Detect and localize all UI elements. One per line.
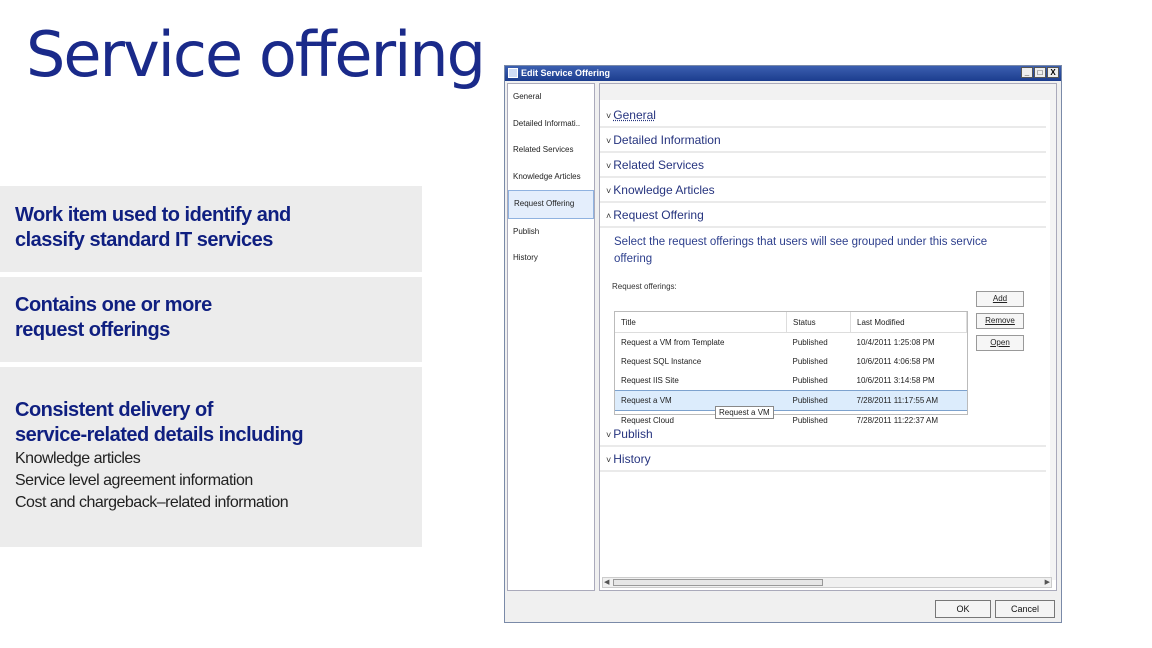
cell-last-modified: 10/4/2011 1:25:08 PM — [856, 338, 935, 347]
minimize-button[interactable]: _ — [1021, 67, 1033, 78]
panel-bullet: Cost and chargeback–related information — [15, 494, 289, 511]
cell-last-modified: 10/6/2011 3:14:58 PM — [856, 376, 935, 385]
cell-title: Request SQL Instance — [621, 357, 702, 366]
dialog-title: Edit Service Offering — [521, 68, 611, 78]
section-general[interactable]: ˅ General — [600, 106, 1046, 128]
dialog-titlebar[interactable]: Edit Service Offering _ □ X — [505, 66, 1061, 81]
cell-status: Published — [786, 390, 851, 411]
content-pane: ˅ General ˅ Detailed Information ˅ Related … — [599, 83, 1057, 591]
section-related-services[interactable]: ˅ Related Services — [600, 156, 1046, 178]
row-tooltip: Request a VM — [715, 406, 774, 419]
section-history[interactable]: ˅ History — [600, 450, 1046, 472]
table-row[interactable]: Request SQL Instance Published 10/6/2011… — [615, 352, 967, 371]
chevron-down-icon: ˅ — [606, 161, 612, 171]
request-offering-description: Select the request offerings that users … — [614, 236, 988, 265]
table-row[interactable]: Request IIS Site Published 10/6/2011 3:1… — [615, 371, 967, 391]
cancel-button[interactable]: Cancel — [995, 600, 1055, 618]
left-nav: General Detailed Informati.. Related Ser… — [507, 83, 595, 591]
vertical-scrollbar[interactable] — [1050, 100, 1056, 580]
scroll-right-icon[interactable]: ▶ — [1045, 578, 1050, 586]
open-button[interactable]: Open — [976, 335, 1024, 351]
feature-panel-3: Consistent delivery of service-related d… — [0, 367, 422, 547]
column-header-last-modified[interactable]: Last Modified — [850, 312, 967, 333]
panel-heading-line2: request offerings — [15, 319, 170, 341]
nav-item-publish[interactable]: Publish — [508, 219, 594, 246]
edit-service-offering-dialog: Edit Service Offering _ □ X General Deta… — [504, 65, 1062, 623]
section-label: Related Services — [613, 158, 704, 172]
section-label: General — [613, 108, 656, 122]
section-detailed-information[interactable]: ˅ Detailed Information — [600, 131, 1046, 153]
maximize-button[interactable]: □ — [1034, 67, 1046, 78]
nav-item-related-services[interactable]: Related Services — [508, 137, 594, 164]
column-header-status[interactable]: Status — [786, 312, 851, 333]
content-top-band — [600, 84, 1056, 100]
panel-heading-line2: service-related details including — [15, 424, 304, 446]
feature-panel-1: Work item used to identify and classify … — [0, 186, 422, 272]
panel-bullet: Knowledge articles — [15, 450, 141, 467]
request-offerings-grid[interactable]: Title Status Last Modified Request a VM … — [614, 311, 968, 425]
chevron-down-icon: ˅ — [606, 186, 612, 196]
section-label: Detailed Information — [613, 133, 721, 147]
cell-last-modified: 7/28/2011 11:17:55 AM — [850, 390, 967, 411]
nav-item-request-offering[interactable]: Request Offering — [508, 190, 594, 219]
section-label: Publish — [613, 427, 653, 441]
cell-status: Published — [792, 357, 828, 366]
remove-button[interactable]: Remove — [976, 313, 1024, 329]
column-header-title[interactable]: Title — [615, 312, 787, 333]
panel-heading-line1: Contains one or more — [15, 294, 212, 316]
chevron-down-icon: ˅ — [606, 455, 612, 465]
grid-label: Request offerings: — [612, 282, 677, 291]
panel-heading-line1: Consistent delivery of — [15, 399, 213, 421]
panel-heading-line2: classify standard IT services — [15, 229, 273, 251]
panel-bullet: Service level agreement information — [15, 472, 253, 489]
nav-item-history[interactable]: History — [508, 245, 594, 272]
chevron-down-icon: ˅ — [606, 111, 612, 121]
section-publish[interactable]: ˅ Publish — [600, 425, 1046, 447]
table-row-selected[interactable]: Request a VM Published 7/28/2011 11:17:5… — [615, 390, 967, 411]
nav-item-detailed-information[interactable]: Detailed Informati.. — [508, 111, 594, 138]
section-knowledge-articles[interactable]: ˅ Knowledge Articles — [600, 181, 1046, 203]
scroll-left-icon[interactable]: ◀ — [604, 578, 609, 586]
nav-item-knowledge-articles[interactable]: Knowledge Articles — [508, 164, 594, 191]
chevron-down-icon: ˅ — [606, 430, 612, 440]
cell-title: Request IIS Site — [621, 376, 679, 385]
section-label: History — [613, 452, 651, 466]
ok-button[interactable]: OK — [935, 600, 991, 618]
close-button[interactable]: X — [1047, 67, 1059, 78]
feature-panel-2: Contains one or more request offerings — [0, 277, 422, 362]
chevron-down-icon: ˅ — [606, 136, 612, 146]
chevron-up-icon: ˄ — [606, 211, 612, 221]
cell-status: Published — [792, 376, 828, 385]
scroll-thumb[interactable] — [613, 579, 823, 586]
section-request-offering[interactable]: ˄ Request Offering — [600, 206, 1046, 228]
cell-status: Published — [792, 338, 828, 347]
slide-title: Service offering — [26, 18, 486, 91]
section-label: Request Offering — [613, 208, 704, 222]
nav-item-general[interactable]: General — [508, 84, 594, 111]
cell-title: Request a VM from Template — [621, 338, 725, 347]
horizontal-scrollbar[interactable]: ◀ ▶ — [602, 577, 1052, 588]
section-label: Knowledge Articles — [613, 183, 715, 197]
panel-heading-line1: Work item used to identify and — [15, 204, 291, 226]
app-icon — [508, 68, 518, 78]
table-row[interactable]: Request a VM from Template Published 10/… — [615, 333, 967, 353]
cell-last-modified: 10/6/2011 4:06:58 PM — [856, 357, 935, 366]
add-button[interactable]: Add — [976, 291, 1024, 307]
